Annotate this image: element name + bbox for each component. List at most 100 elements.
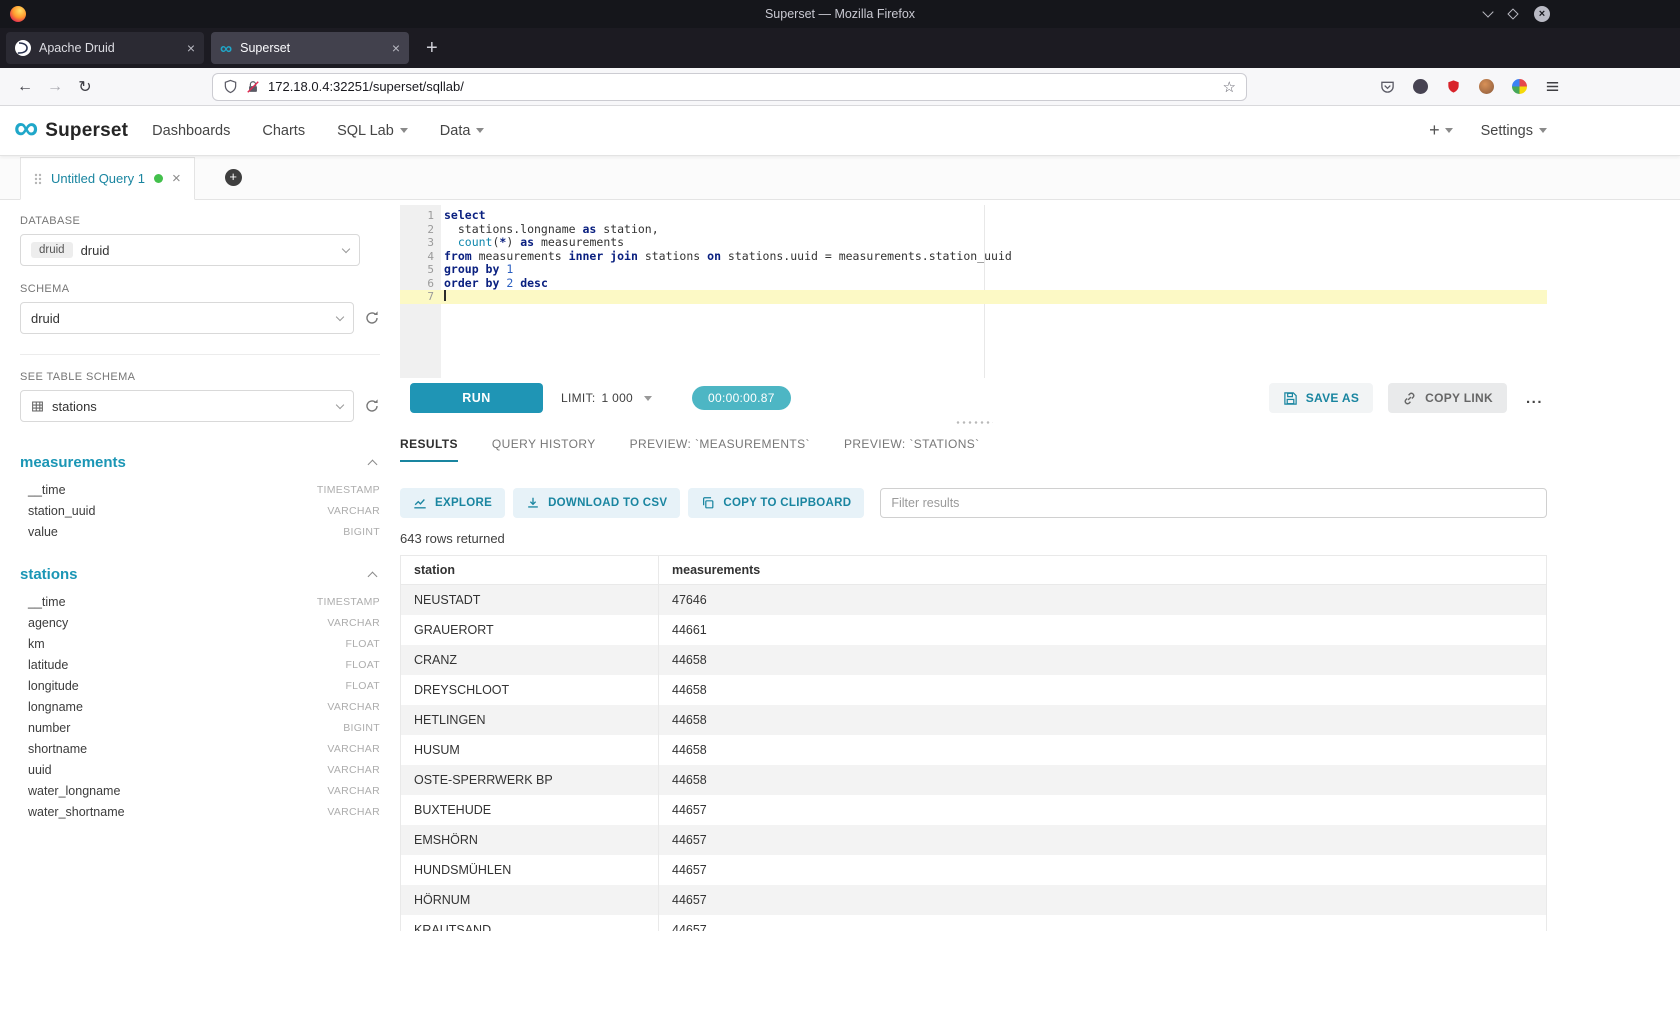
code-token: desc (520, 276, 548, 290)
reload-button[interactable]: ↻ (70, 73, 100, 101)
new-tab-button[interactable]: + (416, 38, 448, 58)
more-options-button[interactable]: ... (1522, 390, 1547, 407)
table-cell: 44657 (659, 915, 1547, 931)
code-token: on (707, 249, 721, 263)
window-maximize-icon[interactable] (1507, 8, 1518, 19)
settings-menu-button[interactable]: Settings (1481, 123, 1547, 139)
line-code: from measurements inner join stations on… (441, 250, 1012, 264)
copy-link-button[interactable]: COPY LINK (1388, 383, 1507, 413)
forward-button[interactable]: → (40, 73, 70, 101)
database-badge: druid (31, 242, 73, 258)
code-token: select (444, 208, 486, 222)
table-row: HÖRNUM44657 (401, 885, 1547, 915)
browser-tab-apache-druid[interactable]: Apache Druid × (6, 32, 204, 64)
chevron-down-icon (476, 128, 484, 133)
code-token: order by (444, 276, 499, 290)
table-cell: HETLINGEN (401, 705, 659, 735)
add-query-tab-button[interactable]: + (225, 169, 242, 186)
refresh-tables-icon[interactable] (364, 398, 380, 414)
settings-label: Settings (1481, 123, 1533, 139)
limit-dropdown[interactable]: LIMIT: 1 000 (561, 391, 652, 405)
pane-splitter[interactable] (400, 415, 1547, 429)
collapse-chevron-icon[interactable] (368, 571, 378, 581)
line-number: 7 (400, 290, 441, 304)
window-close-icon[interactable]: × (1534, 6, 1550, 22)
bookmark-star-icon[interactable]: ☆ (1223, 78, 1236, 96)
lock-insecure-icon[interactable] (246, 80, 260, 94)
new-menu-button[interactable]: + (1429, 120, 1453, 141)
query-tab[interactable]: Untitled Query 1 × (20, 157, 195, 200)
adblock-shield-icon[interactable] (1446, 79, 1461, 94)
results-tab-0[interactable]: RESULTS (400, 437, 458, 462)
code-token: ) (506, 235, 520, 249)
results-table-container[interactable]: stationmeasurements NEUSTADT47646GRAUERO… (400, 555, 1547, 931)
chevron-down-icon (342, 244, 350, 252)
results-tab-1[interactable]: QUERY HISTORY (492, 437, 596, 462)
sql-editor[interactable]: 1select2 stations.longname as station,3 … (400, 205, 1547, 378)
extension-badge-icon[interactable] (1413, 79, 1428, 94)
window-minimize-icon[interactable] (1482, 6, 1493, 17)
editor-line[interactable]: 7 (400, 290, 1547, 304)
column-header[interactable]: measurements (659, 556, 1547, 585)
run-button[interactable]: RUN (410, 383, 543, 413)
column-name: __time (28, 595, 66, 609)
hamburger-menu-icon[interactable] (1545, 79, 1560, 94)
column-row: numberBIGINT (20, 717, 380, 738)
table-cell: 44657 (659, 795, 1547, 825)
editor-line[interactable]: 1select (400, 209, 1547, 223)
nav-item-sql-lab[interactable]: SQL Lab (337, 123, 408, 139)
download-csv-button[interactable]: DOWNLOAD TO CSV (513, 488, 680, 518)
tab-close-icon[interactable]: × (392, 41, 400, 55)
drag-handle-icon[interactable] (34, 172, 42, 186)
chart-icon (413, 496, 427, 510)
line-code: stations.longname as station, (441, 223, 659, 237)
save-as-button[interactable]: SAVE AS (1269, 383, 1373, 413)
collapse-chevron-icon[interactable] (368, 459, 378, 469)
explore-button[interactable]: EXPLORE (400, 488, 505, 518)
nav-item-data[interactable]: Data (440, 123, 485, 139)
column-name: station_uuid (28, 504, 95, 518)
results-tab-3[interactable]: PREVIEW: `STATIONS` (844, 437, 980, 462)
round-extension-icon[interactable] (1479, 79, 1494, 94)
column-row: valueBIGINT (20, 521, 380, 542)
table-cell: BUXTEHUDE (401, 795, 659, 825)
table-select[interactable]: stations (20, 390, 354, 422)
query-tab-close-icon[interactable]: × (172, 171, 181, 186)
column-header[interactable]: station (401, 556, 659, 585)
database-label: DATABASE (20, 215, 380, 227)
copy-to-clipboard-button[interactable]: COPY TO CLIPBOARD (688, 488, 864, 518)
column-name: shortname (28, 742, 87, 756)
results-tab-2[interactable]: PREVIEW: `MEASUREMENTS` (630, 437, 810, 462)
schema-select[interactable]: druid (20, 302, 354, 334)
column-row: uuidVARCHAR (20, 759, 380, 780)
column-row: water_shortnameVARCHAR (20, 801, 380, 822)
editor-line[interactable]: 4from measurements inner join stations o… (400, 250, 1547, 264)
editor-line[interactable]: 5group by 1 (400, 263, 1547, 277)
column-type: VARCHAR (327, 743, 380, 755)
pinwheel-extension-icon[interactable] (1512, 79, 1527, 94)
url-bar[interactable]: 172.18.0.4:32251/superset/sqllab/ ☆ (212, 73, 1247, 101)
tab-close-icon[interactable]: × (187, 41, 195, 55)
nav-item-charts[interactable]: Charts (262, 123, 305, 139)
schema-table-header[interactable]: measurements (20, 454, 380, 471)
editor-line[interactable]: 3 count(*) as measurements (400, 236, 1547, 250)
table-cell: 44657 (659, 825, 1547, 855)
refresh-schema-icon[interactable] (364, 310, 380, 326)
browser-tab-superset[interactable]: ∞ Superset × (211, 32, 409, 64)
back-button[interactable]: ← (10, 73, 40, 101)
save-to-pocket-icon[interactable] (1380, 79, 1395, 94)
nav-item-dashboards[interactable]: Dashboards (152, 123, 230, 139)
code-token: stations.longname (444, 222, 582, 236)
superset-logo[interactable]: ∞ Superset (14, 120, 128, 142)
filter-results-input[interactable] (880, 488, 1547, 518)
schema-label: SCHEMA (20, 283, 380, 295)
editor-line[interactable]: 6order by 2 desc (400, 277, 1547, 291)
column-row: longitudeFLOAT (20, 675, 380, 696)
table-cell: 44661 (659, 615, 1547, 645)
editor-line[interactable]: 2 stations.longname as station, (400, 223, 1547, 237)
database-select[interactable]: druid druid (20, 234, 360, 266)
column-type: VARCHAR (327, 505, 380, 517)
schema-table-header[interactable]: stations (20, 566, 380, 583)
column-type: TIMESTAMP (317, 484, 380, 496)
shield-icon[interactable] (223, 79, 238, 94)
